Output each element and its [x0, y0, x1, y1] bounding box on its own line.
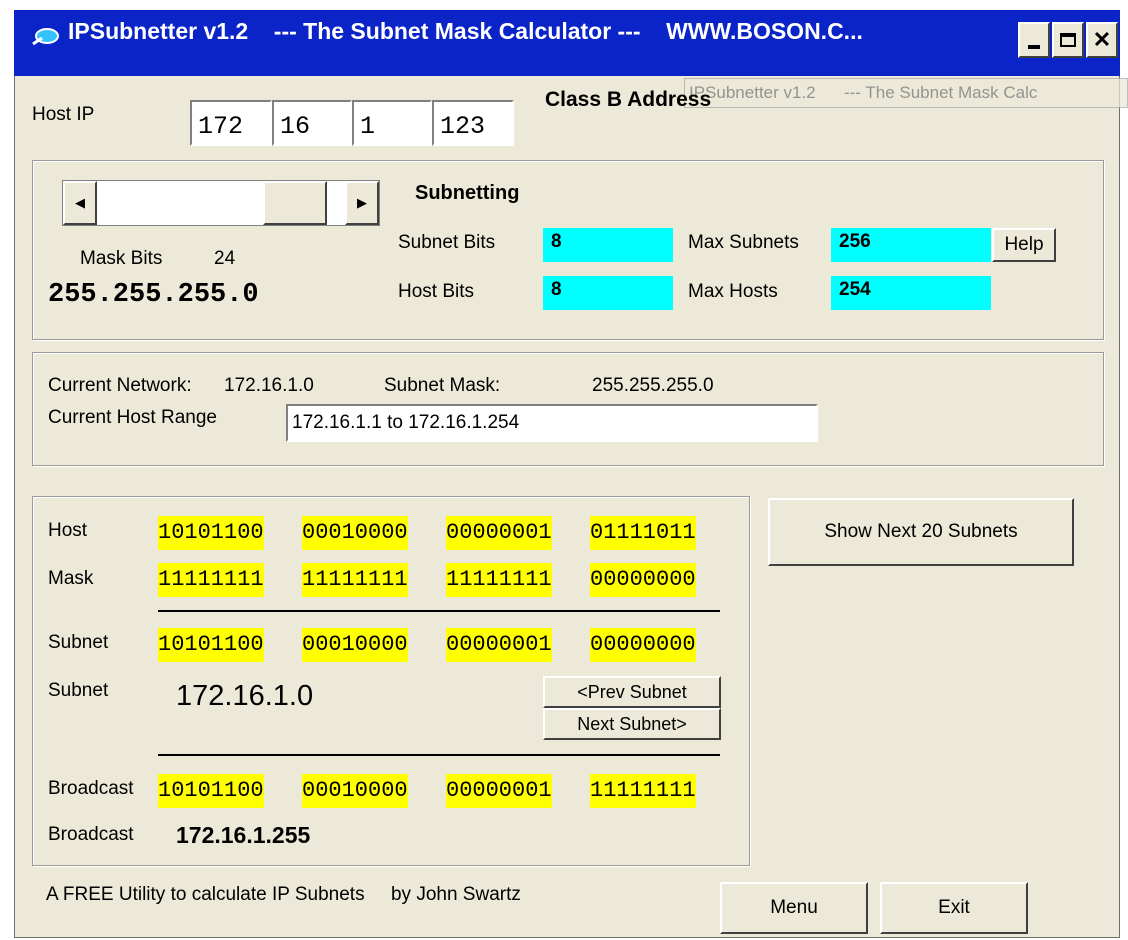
ip-octet-3-input[interactable]: 1	[352, 100, 432, 146]
host-bits-label: Host Bits	[398, 281, 475, 302]
max-hosts-label: Max Hosts	[688, 281, 778, 302]
ghost-title-tooltip: IPSubnetter v1.2 --- The Subnet Mask Cal…	[684, 78, 1128, 108]
prev-subnet-button[interactable]: <Prev Subnet	[543, 676, 721, 708]
ip-octet-2-input[interactable]: 16	[272, 100, 352, 146]
mask-dotted-value: 255.255.255.0	[48, 280, 259, 310]
menu-button[interactable]: Menu	[720, 882, 868, 934]
broadcast-binary-label: Broadcast	[48, 778, 134, 799]
host-binary-octet-1: 10101100	[158, 516, 264, 550]
slider-right-arrow[interactable]: ▶	[345, 181, 379, 225]
close-button[interactable]: ✕	[1086, 22, 1118, 58]
subnet-bits-value: 8	[543, 228, 673, 262]
arrow-left-icon: ◀	[75, 195, 85, 210]
ip-octet-1-input[interactable]: 172	[190, 100, 272, 146]
subnet-mask-value: 255.255.255.0	[592, 375, 714, 396]
divider-line	[158, 610, 720, 612]
exit-button[interactable]: Exit	[880, 882, 1028, 934]
current-network-value: 172.16.1.0	[224, 375, 314, 396]
max-hosts-value: 254	[831, 276, 991, 310]
minimize-button[interactable]	[1018, 22, 1050, 58]
subnet-binary-octet-4: 00000000	[590, 628, 696, 662]
mask-bits-value: 24	[214, 248, 236, 269]
host-range-field[interactable]: 172.16.1.1 to 172.16.1.254	[286, 404, 818, 442]
mask-binary-label: Mask	[48, 568, 94, 589]
host-binary-octet-2: 00010000	[302, 516, 408, 550]
max-subnets-label: Max Subnets	[688, 232, 799, 253]
subnet-binary-octet-3: 00000001	[446, 628, 552, 662]
window-title: IPSubnetter v1.2 --- The Subnet Mask Cal…	[68, 18, 863, 44]
host-binary-label: Host	[48, 520, 88, 541]
subnet-binary-label: Subnet	[48, 632, 109, 653]
credit-text: A FREE Utility to calculate IP Subnets b…	[46, 884, 521, 905]
ip-octet-4-input[interactable]: 123	[432, 100, 514, 146]
subnet-mask-label: Subnet Mask:	[384, 375, 501, 396]
subnet-binary-octet-2: 00010000	[302, 628, 408, 662]
help-button[interactable]: Help	[992, 228, 1056, 262]
subnet-decimal-label: Subnet	[48, 680, 109, 701]
next-subnet-button[interactable]: Next Subnet>	[543, 708, 721, 740]
divider-line-2	[158, 754, 720, 756]
host-binary-octet-4: 01111011	[590, 516, 696, 550]
subnet-binary-octet-1: 10101100	[158, 628, 264, 662]
broadcast-binary-octet-1: 10101100	[158, 774, 264, 808]
minimize-icon	[1028, 45, 1040, 49]
mask-binary-octet-1: 11111111	[158, 563, 264, 597]
slider-thumb[interactable]	[262, 181, 327, 225]
arrow-right-icon: ▶	[357, 195, 367, 210]
mask-bits-label: Mask Bits	[80, 248, 163, 269]
class-address-label: Class B Address	[545, 88, 712, 111]
mask-binary-octet-4: 00000000	[590, 563, 696, 597]
broadcast-binary-octet-3: 00000001	[446, 774, 552, 808]
ghost-title-text: IPSubnetter v1.2 --- The Subnet Mask Cal…	[689, 83, 1038, 102]
mask-binary-octet-2: 11111111	[302, 563, 408, 597]
broadcast-decimal-value: 172.16.1.255	[176, 822, 311, 848]
mask-bits-slider[interactable]: ◀ ▶	[62, 180, 380, 226]
maximize-icon	[1060, 33, 1076, 47]
subnet-bits-label: Subnet Bits	[398, 232, 496, 253]
broadcast-binary-octet-4: 11111111	[590, 774, 696, 808]
show-next-20-subnets-button[interactable]: Show Next 20 Subnets	[768, 498, 1074, 566]
subnet-decimal-value: 172.16.1.0	[176, 680, 314, 712]
host-ip-label: Host IP	[32, 104, 95, 125]
mask-binary-octet-3: 11111111	[446, 563, 552, 597]
subnetting-heading: Subnetting	[415, 182, 520, 204]
max-subnets-value: 256	[831, 228, 991, 262]
current-network-label: Current Network:	[48, 375, 192, 396]
slider-left-arrow[interactable]: ◀	[63, 181, 97, 225]
host-binary-octet-3: 00000001	[446, 516, 552, 550]
maximize-button[interactable]	[1052, 22, 1084, 58]
broadcast-binary-octet-2: 00010000	[302, 774, 408, 808]
network-app-icon	[32, 28, 59, 46]
host-bits-value: 8	[543, 276, 673, 310]
close-icon: ✕	[1092, 27, 1112, 52]
broadcast-decimal-label: Broadcast	[48, 824, 134, 845]
host-range-label: Current Host Range	[48, 407, 217, 428]
